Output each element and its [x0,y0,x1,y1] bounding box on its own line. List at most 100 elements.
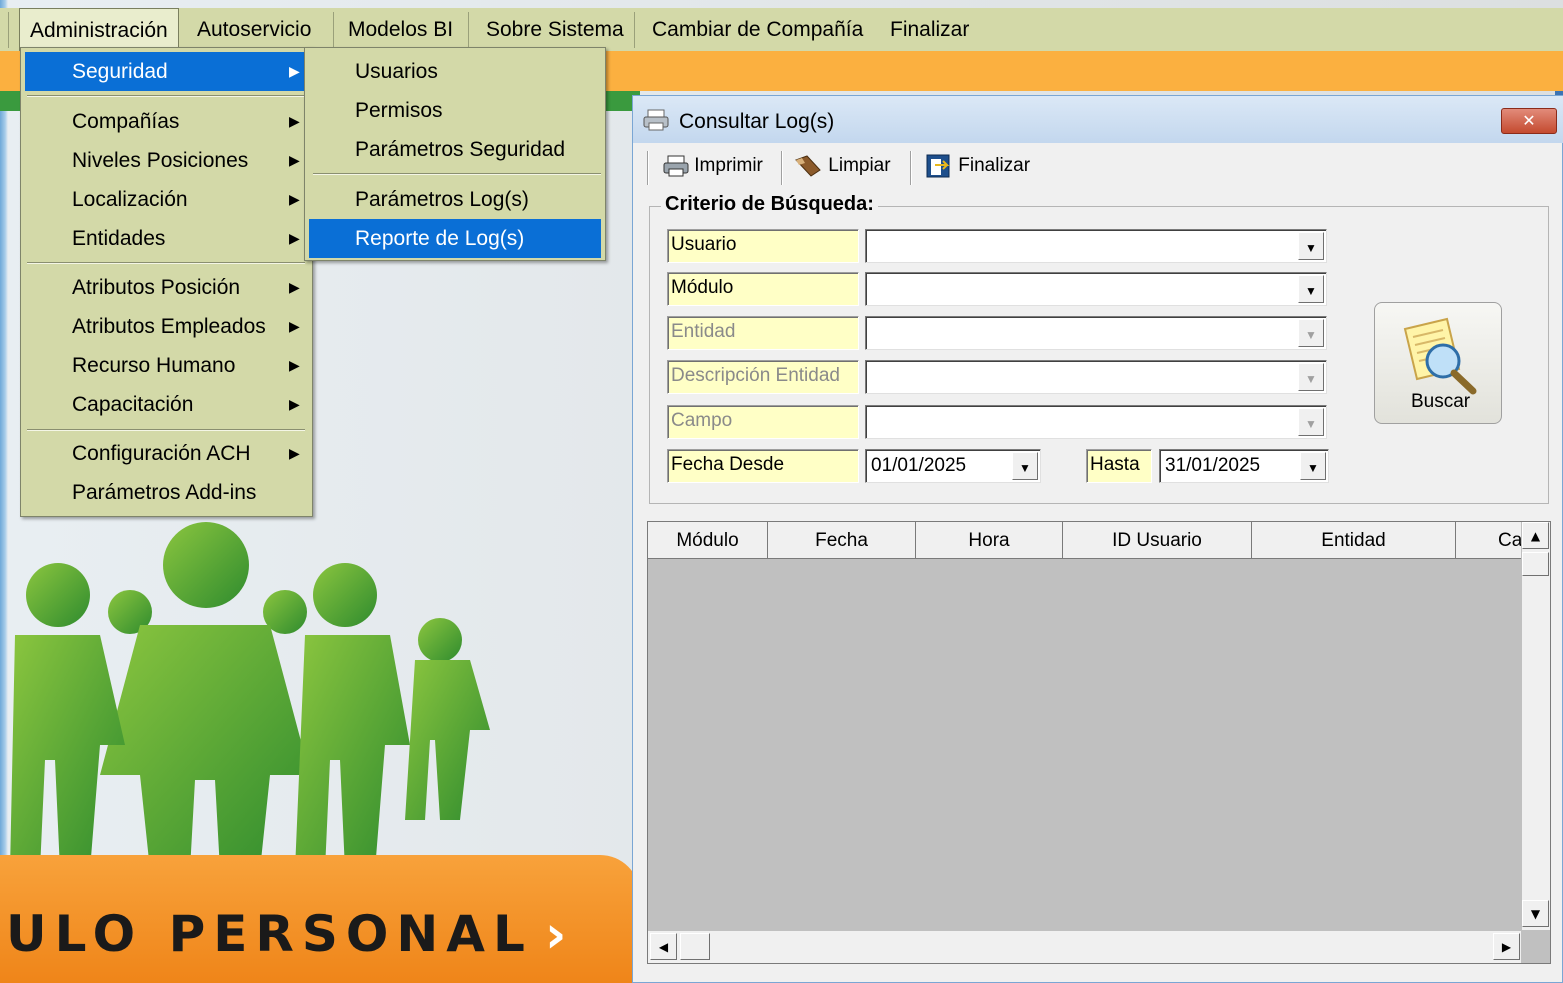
hasta-picker[interactable]: 31/01/2025 ▼ [1159,449,1329,483]
horizontal-scrollbar[interactable]: ◀ ▶ [648,930,1521,963]
menu-item-seguridad[interactable]: Seguridad ▶ [25,52,305,91]
menu-item-label: Parámetros Add-ins [72,481,257,504]
hasta-value: 31/01/2025 [1165,455,1261,476]
chevron-down-icon[interactable]: ▼ [1298,232,1324,260]
scroll-thumb[interactable] [680,933,710,960]
fecha-desde-value: 01/01/2025 [871,455,967,476]
vertical-scrollbar[interactable]: ▲ ▼ [1521,522,1550,930]
menu-separator [27,95,305,97]
dialog-title: Consultar Log(s) [679,110,835,133]
administracion-dropdown: Seguridad ▶ Compañías ▶ Niveles Posicion… [20,47,313,517]
people-illustration [10,522,490,870]
scroll-down-icon[interactable]: ▼ [1522,900,1549,927]
column-header-campo[interactable]: Ca [1456,522,1521,559]
menu-item-label: Localización [72,188,188,211]
menu-item-label: Compañías [72,110,180,133]
menu-modelos-bi[interactable]: Modelos BI [338,8,463,51]
close-button[interactable]: ✕ [1501,108,1557,134]
submenu-arrow-icon: ▶ [289,230,300,246]
clear-button[interactable]: Limpiar [793,151,891,181]
chevron-down-icon[interactable]: ▼ [1298,363,1324,391]
logs-grid[interactable]: Módulo Fecha Hora ID Usuario Entidad Ca … [647,521,1551,964]
scroll-right-icon[interactable]: ▶ [1493,933,1520,960]
dialog-titlebar[interactable]: Consultar Log(s) ✕ [633,96,1563,143]
dialog-toolbar: Imprimir Limpiar Finalizar [633,143,1563,189]
chevron-down-icon[interactable]: ▼ [1012,452,1038,480]
printer-icon [643,109,669,131]
menu-separator [634,12,635,48]
menu-separator [8,12,9,48]
column-header-id-usuario[interactable]: ID Usuario [1063,522,1252,559]
modulo-label: Módulo [667,272,859,306]
toolbar-grip [647,151,649,185]
menu-autoservicio[interactable]: Autoservicio [187,8,321,51]
chevron-down-icon[interactable]: ▼ [1300,452,1326,480]
menu-separator [333,12,334,48]
scroll-left-icon[interactable]: ◀ [650,933,677,960]
menu-cambiar-compania[interactable]: Cambiar de Compañía [642,8,873,51]
menu-item-parametros-logs[interactable]: Parámetros Log(s) [309,180,601,219]
column-header-entidad[interactable]: Entidad [1252,522,1456,559]
menu-item-label: Parámetros Seguridad [355,138,566,161]
menu-administracion[interactable]: Administración [19,8,179,51]
menu-item-permisos[interactable]: Permisos [309,91,601,130]
menu-item-label: Seguridad [72,60,168,83]
menu-item-niveles-posiciones[interactable]: Niveles Posiciones ▶ [25,141,305,180]
menu-item-atributos-empleados[interactable]: Atributos Empleados ▶ [25,307,305,346]
menu-item-configuracion-ach[interactable]: Configuración ACH ▶ [25,434,305,473]
chevron-down-icon[interactable]: ▼ [1298,319,1324,347]
search-button[interactable]: Buscar [1374,302,1502,424]
campo-combo[interactable]: ▼ [865,405,1327,439]
column-header-hora[interactable]: Hora [916,522,1063,559]
submenu-arrow-icon: ▶ [289,279,300,295]
hasta-label: Hasta [1086,449,1152,483]
seguridad-submenu: Usuarios Permisos Parámetros Seguridad P… [304,47,606,261]
column-header-fecha[interactable]: Fecha [768,522,916,559]
menu-item-localizacion[interactable]: Localización ▶ [25,180,305,219]
submenu-arrow-icon: ▶ [289,191,300,207]
entidad-combo[interactable]: ▼ [865,316,1327,350]
clear-label: Limpiar [828,155,891,176]
submenu-arrow-icon: ▶ [289,113,300,129]
menu-item-label: Entidades [72,227,166,250]
menu-item-atributos-posicion[interactable]: Atributos Posición ▶ [25,268,305,307]
print-label: Imprimir [694,155,763,176]
submenu-arrow-icon: ▶ [289,357,300,373]
menu-finalizar[interactable]: Finalizar [880,8,979,51]
submenu-arrow-icon: ▶ [289,445,300,461]
submenu-arrow-icon: ▶ [289,152,300,168]
descripcion-entidad-combo[interactable]: ▼ [865,360,1327,394]
menu-item-capacitacion[interactable]: Capacitación ▶ [25,385,305,424]
menu-item-parametros-add-ins[interactable]: Parámetros Add-ins [25,473,305,512]
chevron-right-icon: › [545,905,567,965]
usuario-label: Usuario [667,229,859,263]
fecha-desde-picker[interactable]: 01/01/2025 ▼ [865,449,1041,483]
menu-separator [468,12,469,48]
menu-item-entidades[interactable]: Entidades ▶ [25,219,305,258]
banner-text: ULO PERSONAL [6,905,533,963]
menu-item-companias[interactable]: Compañías ▶ [25,102,305,141]
chevron-down-icon[interactable]: ▼ [1298,275,1324,303]
column-header-modulo[interactable]: Módulo [648,522,768,559]
menu-separator [313,173,601,175]
search-criteria-title: Criterio de Búsqueda: [661,193,878,216]
modulo-combo[interactable]: ▼ [865,272,1327,306]
menu-item-usuarios[interactable]: Usuarios [309,52,601,91]
chevron-down-icon[interactable]: ▼ [1298,408,1324,436]
usuario-combo[interactable]: ▼ [865,229,1327,263]
eraser-icon [795,155,821,177]
submenu-arrow-icon: ▶ [289,318,300,334]
scroll-thumb[interactable] [1522,552,1549,576]
submenu-arrow-icon: ▶ [289,63,300,79]
menu-item-recurso-humano[interactable]: Recurso Humano ▶ [25,346,305,385]
menu-sobre-sistema[interactable]: Sobre Sistema [476,8,634,51]
finish-button[interactable]: Finalizar [925,151,1030,181]
consultar-logs-dialog: Consultar Log(s) ✕ Imprimir Limpiar Fina… [632,95,1563,983]
menu-item-label: Capacitación [72,393,194,416]
scroll-up-icon[interactable]: ▲ [1522,522,1549,549]
toolbar-separator [910,151,912,185]
menu-item-reporte-logs[interactable]: Reporte de Log(s) [309,219,601,258]
print-button[interactable]: Imprimir [663,151,763,181]
menu-item-label: Usuarios [355,60,438,83]
menu-item-parametros-seguridad[interactable]: Parámetros Seguridad [309,130,601,169]
